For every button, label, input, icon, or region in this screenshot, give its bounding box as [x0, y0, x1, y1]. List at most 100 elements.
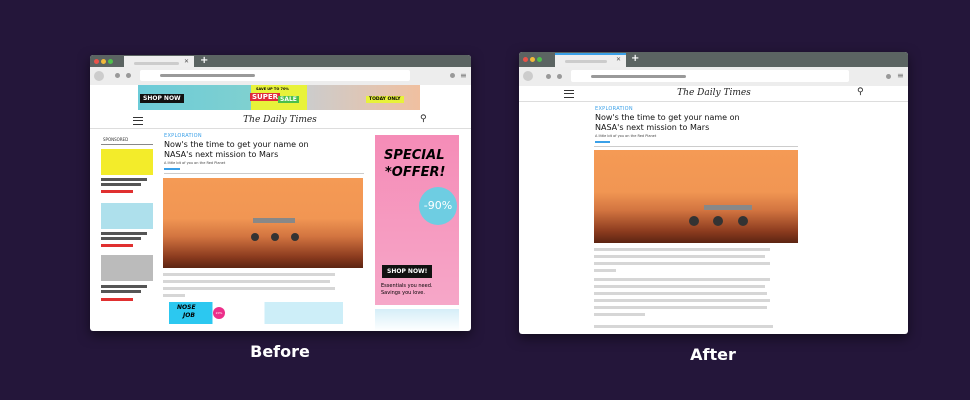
reload-icon[interactable] [115, 73, 120, 78]
side-ad-tagline-1: Essentials you need. [381, 283, 433, 289]
search-icon[interactable]: ⚲ [857, 87, 864, 97]
extension-icon[interactable] [886, 74, 891, 79]
bottom-ad-badge: 20% OFF [213, 307, 225, 324]
body-text-placeholder [594, 262, 770, 265]
body-text-placeholder [594, 325, 773, 328]
extension-icon[interactable] [450, 73, 455, 78]
mars-rover-image [594, 150, 798, 243]
sponsored-link-placeholder[interactable] [101, 244, 133, 247]
site-title[interactable]: The Daily Times [614, 88, 814, 98]
side-ad-line1: SPECIAL [384, 148, 445, 163]
home-icon[interactable] [126, 73, 131, 78]
body-text-placeholder [594, 299, 770, 302]
close-dot[interactable] [94, 59, 99, 64]
article-divider [594, 146, 798, 147]
browser-tab[interactable]: ✕ [555, 53, 626, 67]
sponsored-text-placeholder [101, 285, 147, 288]
sponsored-link-placeholder[interactable] [101, 298, 133, 301]
article-category[interactable]: EXPLORATION [595, 106, 633, 112]
minimize-dot[interactable] [530, 57, 535, 62]
site-header: The Daily Times ⚲ [519, 86, 908, 102]
home-icon[interactable] [557, 74, 562, 79]
mars-rover-image [163, 178, 363, 268]
hamburger-menu-icon[interactable] [133, 117, 143, 125]
article-headline-2: NASA's next mission to Mars [595, 123, 710, 132]
body-text-placeholder [594, 255, 765, 258]
article-category[interactable]: EXPLORATION [164, 133, 202, 139]
minimize-dot[interactable] [101, 59, 106, 64]
back-icon[interactable] [523, 71, 533, 81]
browser-tab[interactable]: ✕ [124, 56, 194, 67]
tab-title-placeholder [134, 62, 179, 65]
url-placeholder [160, 74, 255, 77]
side-ad-cta[interactable]: SHOP NOW! [382, 265, 433, 278]
banner-ad[interactable]: SHOP NOW SAVE UP TO 70% SUPER SALE TODAY… [138, 85, 420, 110]
sponsored-thumb-2[interactable] [101, 203, 153, 229]
close-dot[interactable] [523, 57, 528, 62]
body-text-placeholder [163, 273, 335, 276]
rover-wheel [689, 216, 699, 226]
before-caption: Before [250, 342, 310, 361]
body-text-placeholder [594, 292, 767, 295]
accent-bar [595, 141, 610, 143]
rover-wheel [271, 233, 279, 241]
before-browser-window: ✕ + ≡ SHOP NOW SAVE UP TO 70% SUPER SALE… [90, 55, 471, 331]
new-tab-icon[interactable]: + [631, 53, 639, 64]
browser-toolbar: ≡ [90, 67, 471, 85]
article-subhead: A little bit of you on the Red Planet [164, 161, 226, 165]
bottom-ad[interactable]: NOSE JOB 20% OFF [169, 302, 343, 324]
title-bar: ✕ + [519, 52, 908, 67]
back-icon[interactable] [94, 71, 104, 81]
banner-cta[interactable]: SHOP NOW [140, 94, 184, 103]
banner-super: SUPER [250, 93, 281, 101]
rover-wheel [291, 233, 299, 241]
title-bar: ✕ + [90, 55, 471, 67]
sponsored-thumb-1[interactable] [101, 149, 153, 175]
body-text-placeholder [594, 285, 765, 288]
site-title[interactable]: The Daily Times [180, 115, 380, 125]
side-ad[interactable]: SPECIAL *OFFER! -90% SHOP NOW! Essential… [375, 135, 459, 305]
side-ad-2[interactable] [375, 309, 459, 331]
maximize-dot[interactable] [537, 57, 542, 62]
tab-close-icon[interactable]: ✕ [616, 56, 621, 63]
sponsored-text-placeholder [101, 237, 141, 240]
rover-body [253, 218, 295, 223]
article-subhead: A little bit of you on the Red Planet [595, 134, 657, 138]
banner-today: TODAY ONLY [366, 96, 404, 103]
rover-wheel [738, 216, 748, 226]
body-text-placeholder [163, 294, 185, 297]
after-browser-window: ✕ + ≡ The Daily Times ⚲ EXPLORATION Now'… [519, 52, 908, 334]
menu-icon[interactable]: ≡ [897, 71, 904, 80]
banner-promo: SAVE UP TO 70% [256, 87, 289, 91]
rover-body [704, 205, 752, 210]
maximize-dot[interactable] [108, 59, 113, 64]
rover-wheel [713, 216, 723, 226]
search-icon[interactable]: ⚲ [420, 114, 427, 124]
banner-sale: SALE [278, 96, 299, 103]
side-ad-line2: *OFFER! [385, 165, 446, 180]
body-text-placeholder [594, 278, 770, 281]
article-headline-1: Now's the time to get your name on [164, 140, 309, 149]
address-bar[interactable] [571, 70, 849, 82]
sponsored-text-placeholder [101, 290, 141, 293]
url-placeholder [591, 75, 686, 78]
accent-bar [164, 168, 180, 170]
address-bar[interactable] [140, 70, 410, 81]
reload-icon[interactable] [546, 74, 551, 79]
tab-close-icon[interactable]: ✕ [184, 58, 189, 65]
sponsored-text-placeholder [101, 178, 147, 181]
sponsored-link-placeholder[interactable] [101, 190, 133, 193]
browser-toolbar: ≡ [519, 67, 908, 86]
body-text-placeholder [594, 306, 767, 309]
side-ad-discount: -90% [419, 187, 457, 225]
menu-icon[interactable]: ≡ [460, 71, 467, 80]
article-headline-1: Now's the time to get your name on [595, 113, 740, 122]
sponsored-thumb-3[interactable] [101, 255, 153, 281]
rover-wheel [251, 233, 259, 241]
body-text-placeholder [163, 287, 335, 290]
tab-title-placeholder [565, 60, 607, 63]
article-divider [164, 173, 364, 174]
new-tab-icon[interactable]: + [200, 55, 208, 66]
side-ad-tagline-2: Savings you love. [381, 290, 425, 296]
hamburger-menu-icon[interactable] [564, 90, 574, 98]
